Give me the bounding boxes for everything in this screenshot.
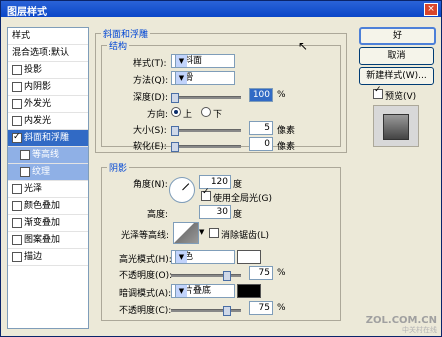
preview-checkbox[interactable] [373, 85, 383, 99]
ok-button[interactable]: 好 [359, 27, 436, 45]
checkbox[interactable] [12, 82, 22, 92]
style-preview [373, 105, 419, 147]
angle-dial[interactable] [169, 177, 195, 203]
checkbox[interactable] [12, 116, 22, 126]
cancel-button[interactable]: 取消 [359, 47, 434, 65]
list-item-inner-shadow[interactable]: 内阴影 [8, 79, 88, 96]
list-item-inner-glow[interactable]: 内发光 [8, 113, 88, 130]
list-item-color-overlay[interactable]: 颜色叠加 [8, 198, 88, 215]
style-list: 样式 混合选项:默认 投影 内阴影 外发光 内发光 斜面和浮雕 等高线 纹理 光… [7, 27, 89, 329]
preview-label: 预览(V) [385, 92, 417, 102]
chevron-down-icon: ▼ [175, 72, 187, 84]
checkbox[interactable] [12, 252, 22, 262]
highlight-opacity-slider[interactable] [171, 271, 241, 281]
chevron-down-icon: ▼ [175, 251, 187, 263]
list-item-bevel-emboss[interactable]: 斜面和浮雕 [8, 129, 88, 147]
slider-thumb[interactable] [223, 271, 231, 281]
title-bar: 图层样式 × [1, 1, 441, 18]
size-unit: 像素 [277, 126, 296, 136]
list-item-satin[interactable]: 光泽 [8, 181, 88, 198]
checkbox[interactable] [12, 218, 22, 228]
soften-label: 软化(E): [133, 142, 167, 152]
slider-thumb[interactable] [171, 93, 179, 103]
highlight-mode-select[interactable]: 滤色▼ [171, 250, 235, 264]
window-title: 图层样式 [7, 7, 47, 18]
soften-input[interactable]: 0 [249, 137, 273, 151]
slider-thumb[interactable] [171, 142, 179, 152]
list-item-texture[interactable]: 纹理 [8, 164, 88, 181]
shadow-opacity-unit: % [277, 303, 286, 313]
altitude-input[interactable]: 30 [199, 205, 231, 219]
angle-unit: 度 [233, 180, 243, 190]
watermark-sub: 中关村在线 [402, 326, 437, 334]
direction-up-radio[interactable] [171, 107, 181, 117]
size-slider[interactable] [171, 126, 241, 136]
list-item-outer-glow[interactable]: 外发光 [8, 96, 88, 113]
shadow-opacity-slider[interactable] [171, 306, 241, 316]
checkbox[interactable] [12, 184, 22, 194]
size-input[interactable]: 5 [249, 121, 273, 135]
gloss-contour-label: 光泽等高线: [121, 231, 170, 241]
shadow-color-swatch[interactable] [237, 284, 261, 298]
highlight-opacity-input[interactable]: 75 [249, 266, 273, 280]
depth-slider[interactable] [171, 93, 241, 103]
highlight-opacity-label: 不透明度(O): [119, 271, 173, 281]
chevron-down-icon[interactable]: ▼ [199, 228, 204, 236]
style-label: 样式(T): [133, 59, 167, 69]
checkbox[interactable] [20, 150, 30, 160]
highlight-opacity-unit: % [277, 268, 286, 278]
list-item-gradient-overlay[interactable]: 渐变叠加 [8, 215, 88, 232]
shadow-mode-select[interactable]: 正片叠底 ▼ [171, 284, 235, 298]
style-select[interactable]: 内斜面 ▼ [171, 54, 235, 68]
shadow-mode-label: 暗调模式(A): [119, 289, 172, 299]
method-select[interactable]: 平滑▼ [171, 71, 235, 85]
mouse-cursor-icon: ↖ [298, 39, 309, 53]
antialias-checkbox[interactable] [209, 228, 219, 238]
depth-label: 深度(D): [133, 93, 168, 103]
size-label: 大小(S): [133, 126, 167, 136]
depth-input[interactable]: 100 [249, 88, 273, 102]
structure-title: 结构 [107, 39, 130, 52]
list-item-drop-shadow[interactable]: 投影 [8, 62, 88, 79]
global-light-label: 使用全局光(G) [213, 194, 272, 204]
list-header-styles[interactable]: 样式 [8, 28, 88, 45]
checkbox[interactable] [20, 167, 30, 177]
slider-thumb[interactable] [223, 306, 231, 316]
gloss-contour-picker[interactable] [173, 222, 199, 244]
new-style-button[interactable]: 新建样式(W)... [359, 67, 434, 85]
slider-thumb[interactable] [171, 126, 179, 136]
list-item-stroke[interactable]: 描边 [8, 249, 88, 266]
shadow-opacity-input[interactable]: 75 [249, 301, 273, 315]
checkbox[interactable] [12, 129, 22, 145]
list-item-pattern-overlay[interactable]: 图案叠加 [8, 232, 88, 249]
direction-down-label: 下 [213, 110, 223, 120]
direction-up-label: 上 [183, 110, 193, 120]
checkbox[interactable] [12, 65, 22, 75]
shadow-opacity-label: 不透明度(C): [119, 306, 172, 316]
shading-title: 阴影 [107, 161, 130, 174]
altitude-unit: 度 [233, 210, 243, 220]
checkbox[interactable] [12, 201, 22, 211]
altitude-label: 高度: [147, 210, 169, 220]
soften-slider[interactable] [171, 142, 241, 152]
direction-label: 方向: [147, 110, 169, 120]
checkbox[interactable] [12, 235, 22, 245]
list-item-contour[interactable]: 等高线 [8, 147, 88, 164]
list-item-blending-options[interactable]: 混合选项:默认 [8, 45, 88, 62]
highlight-mode-label: 高光模式(H): [119, 255, 172, 265]
method-label: 方法(Q): [133, 76, 169, 86]
angle-label: 角度(N): [133, 180, 168, 190]
global-light-checkbox[interactable] [201, 187, 211, 201]
depth-unit: % [277, 90, 286, 100]
highlight-color-swatch[interactable] [237, 250, 261, 264]
layer-style-dialog: 图层样式 × 样式 混合选项:默认 投影 内阴影 外发光 内发光 斜面和浮雕 等… [0, 0, 442, 337]
soften-unit: 像素 [277, 142, 296, 152]
preview-swatch [383, 114, 409, 140]
close-icon[interactable]: × [424, 3, 438, 16]
chevron-down-icon: ▼ [175, 285, 187, 297]
checkbox[interactable] [12, 99, 22, 109]
direction-down-radio[interactable] [201, 107, 211, 117]
antialias-label: 消除锯齿(L) [221, 231, 270, 241]
chevron-down-icon: ▼ [175, 55, 187, 67]
